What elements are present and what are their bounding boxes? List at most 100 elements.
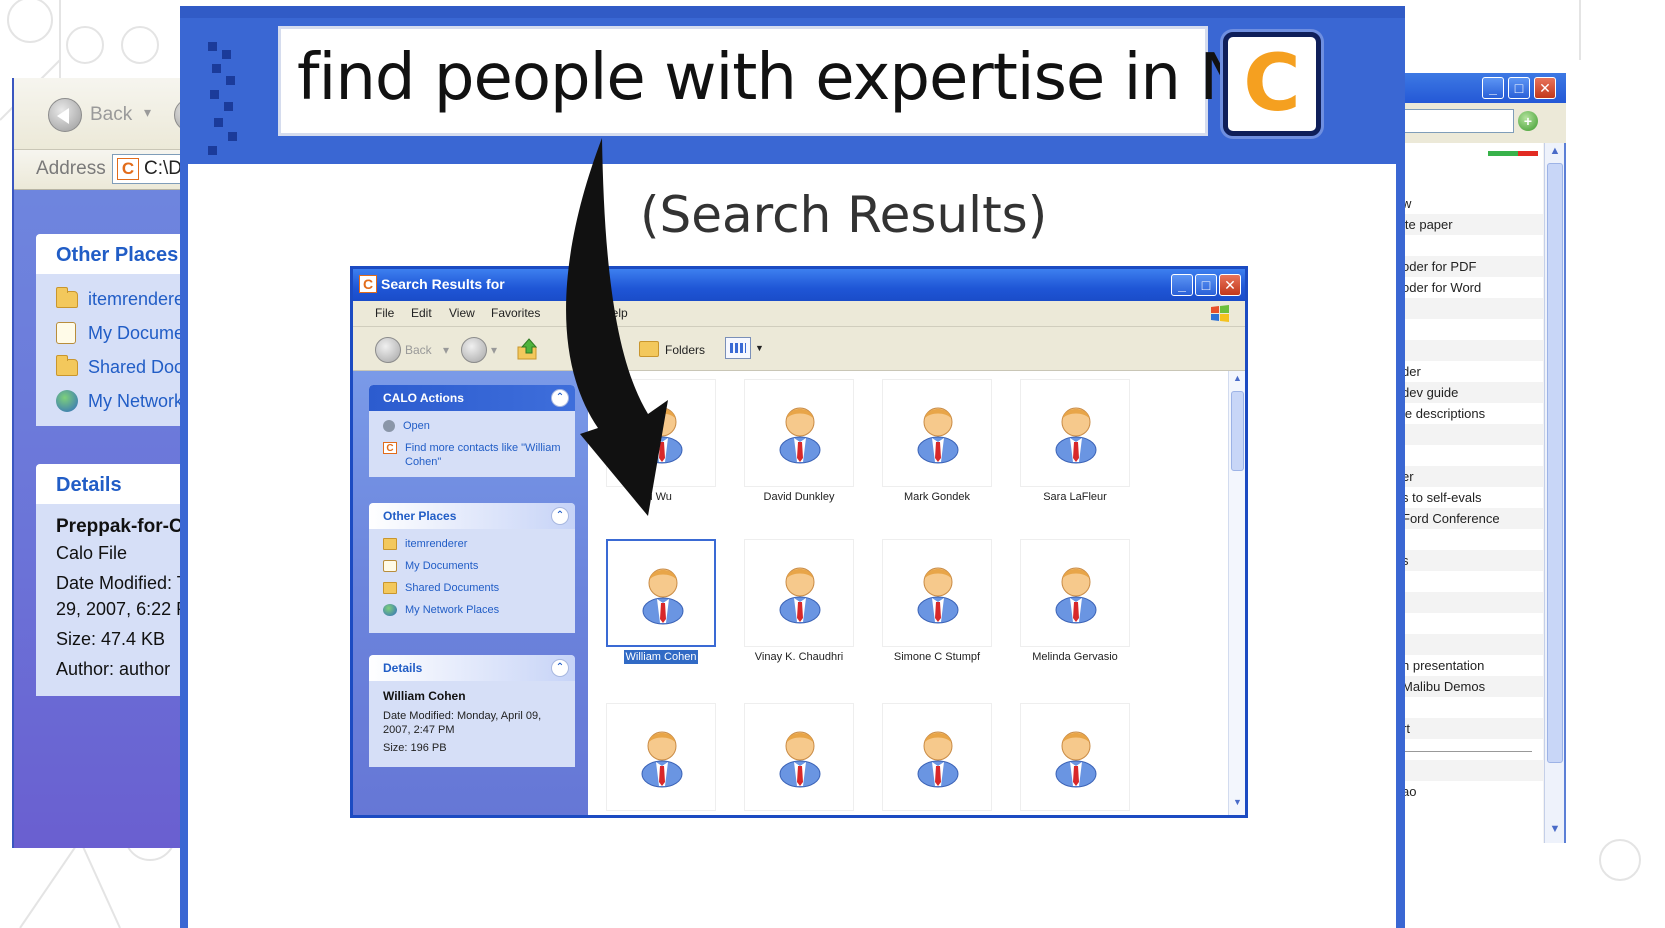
contact-name[interactable]: Simone C Stumpf <box>857 651 1017 663</box>
back-arrow-icon[interactable] <box>48 98 82 132</box>
scroll-down-icon[interactable]: ▼ <box>1230 797 1245 812</box>
back-button-label[interactable]: Back <box>90 104 132 126</box>
place-link-itemrenderer[interactable]: itemrenderer <box>383 537 567 559</box>
close-button[interactable]: ✕ <box>1219 274 1241 296</box>
scroll-up-icon[interactable]: ▲ <box>1230 373 1245 388</box>
list-item[interactable] <box>1398 739 1543 760</box>
right-text-input[interactable] <box>1402 109 1514 133</box>
place-link-my-documents[interactable]: My Documents <box>383 559 567 581</box>
contact-person-icon <box>641 407 683 464</box>
action-find-similar-contacts[interactable]: C Find more contacts like "William Cohen… <box>383 441 567 469</box>
list-item[interactable] <box>1398 592 1543 613</box>
list-item[interactable] <box>1398 571 1543 592</box>
list-item[interactable]: Malibu Demos <box>1398 676 1543 697</box>
scroll-thumb[interactable] <box>1547 163 1563 763</box>
menu-edit[interactable]: Edit <box>411 306 432 320</box>
list-item[interactable] <box>1398 613 1543 634</box>
list-item[interactable]: w <box>1398 193 1543 214</box>
menu-view[interactable]: View <box>449 306 475 320</box>
contact-tile[interactable] <box>744 379 854 487</box>
contact-tile[interactable] <box>606 703 716 811</box>
contact-name[interactable]: David Dunkley <box>719 491 879 503</box>
contact-person-icon <box>779 567 821 624</box>
list-item[interactable]: ite paper <box>1398 214 1543 235</box>
list-item[interactable] <box>1398 529 1543 550</box>
list-item[interactable] <box>1398 235 1543 256</box>
scroll-up-icon[interactable]: ▲ <box>1547 145 1563 161</box>
contact-tile[interactable] <box>744 703 854 811</box>
list-item[interactable] <box>1398 445 1543 466</box>
search-button[interactable]: rch <box>589 343 606 357</box>
contact-name[interactable]: Vinay K. Chaudhri <box>719 651 879 663</box>
contact-name[interactable]: Melinda Gervasio <box>995 651 1155 663</box>
contact-tile[interactable] <box>882 703 992 811</box>
list-item[interactable]: dev guide <box>1398 382 1543 403</box>
maximize-button[interactable]: □ <box>1508 77 1530 99</box>
back-arrow-icon[interactable] <box>375 337 401 363</box>
menu-favorites[interactable]: Favorites <box>491 306 540 320</box>
calo-actions-header[interactable]: CALO Actions ⌃ <box>369 385 575 411</box>
list-item[interactable]: rt <box>1398 718 1543 739</box>
list-item[interactable] <box>1398 298 1543 319</box>
maximize-button[interactable]: □ <box>1195 274 1217 296</box>
contact-tile[interactable] <box>606 539 716 647</box>
add-icon[interactable]: + <box>1518 111 1538 131</box>
list-item[interactable]: Ford Conference <box>1398 508 1543 529</box>
contact-person-icon <box>917 567 959 624</box>
list-item[interactable]: er <box>1398 466 1543 487</box>
chevron-down-icon[interactable]: ▾ <box>443 343 449 357</box>
contact-tile[interactable] <box>1020 539 1130 647</box>
right-scrollbar[interactable]: ▲ ▼ <box>1544 143 1564 843</box>
scroll-down-icon[interactable]: ▼ <box>1547 823 1563 839</box>
minimize-button[interactable]: _ <box>1482 77 1504 99</box>
contact-tile[interactable] <box>1020 379 1130 487</box>
list-item[interactable] <box>1398 697 1543 718</box>
contact-tile[interactable] <box>1020 703 1130 811</box>
menu-help[interactable]: Help <box>603 306 628 320</box>
list-item[interactable]: der <box>1398 361 1543 382</box>
list-item[interactable]: s <box>1398 550 1543 571</box>
contact-name[interactable]: Sara LaFleur <box>995 491 1155 503</box>
contact-tile[interactable] <box>744 539 854 647</box>
list-item[interactable]: ao <box>1398 781 1543 802</box>
contact-tile[interactable] <box>606 379 716 487</box>
query-input[interactable]: find people with expertise in NLP <box>278 26 1319 136</box>
vertical-scrollbar[interactable]: ▲ ▼ <box>1228 371 1245 815</box>
back-label[interactable]: Back <box>405 343 432 357</box>
forward-arrow-icon[interactable] <box>461 337 487 363</box>
list-item[interactable]: h presentation <box>1398 655 1543 676</box>
menu-file[interactable]: File <box>375 306 394 320</box>
chevron-down-icon[interactable]: ▼ <box>755 343 764 353</box>
scroll-thumb[interactable] <box>1231 391 1244 471</box>
list-item[interactable] <box>1398 319 1543 340</box>
folders-button[interactable]: Folders <box>665 343 705 357</box>
place-link-my-network-places[interactable]: My Network Places <box>383 603 567 625</box>
chevron-down-icon[interactable]: ▾ <box>144 104 151 121</box>
contact-tile[interactable] <box>882 379 992 487</box>
decorative-dots <box>208 42 244 162</box>
list-item[interactable] <box>1398 760 1543 781</box>
list-item[interactable] <box>1398 340 1543 361</box>
list-item[interactable]: oder for Word <box>1398 277 1543 298</box>
collapse-icon[interactable]: ⌃ <box>551 507 569 525</box>
list-item[interactable]: oder for PDF <box>1398 256 1543 277</box>
views-icon[interactable] <box>725 337 751 359</box>
minimize-button[interactable]: _ <box>1171 274 1193 296</box>
contact-name[interactable]: Mark Gondek <box>857 491 1017 503</box>
action-open[interactable]: Open <box>383 419 567 441</box>
details-header[interactable]: Details ⌃ <box>369 655 575 681</box>
other-places-header[interactable]: Other Places ⌃ <box>369 503 575 529</box>
list-item[interactable]: s to self-evals <box>1398 487 1543 508</box>
chevron-down-icon[interactable]: ▾ <box>491 343 497 357</box>
folder-icon[interactable] <box>639 341 659 357</box>
up-folder-icon[interactable] <box>517 337 539 361</box>
contact-person-icon <box>1055 407 1097 464</box>
list-item[interactable]: le descriptions <box>1398 403 1543 424</box>
close-button[interactable]: ✕ <box>1534 77 1556 99</box>
list-item[interactable] <box>1398 424 1543 445</box>
collapse-icon[interactable]: ⌃ <box>551 659 569 677</box>
place-link-shared-documents[interactable]: Shared Documents <box>383 581 567 603</box>
collapse-icon[interactable]: ⌃ <box>551 389 569 407</box>
contact-tile[interactable] <box>882 539 992 647</box>
list-item[interactable] <box>1398 634 1543 655</box>
